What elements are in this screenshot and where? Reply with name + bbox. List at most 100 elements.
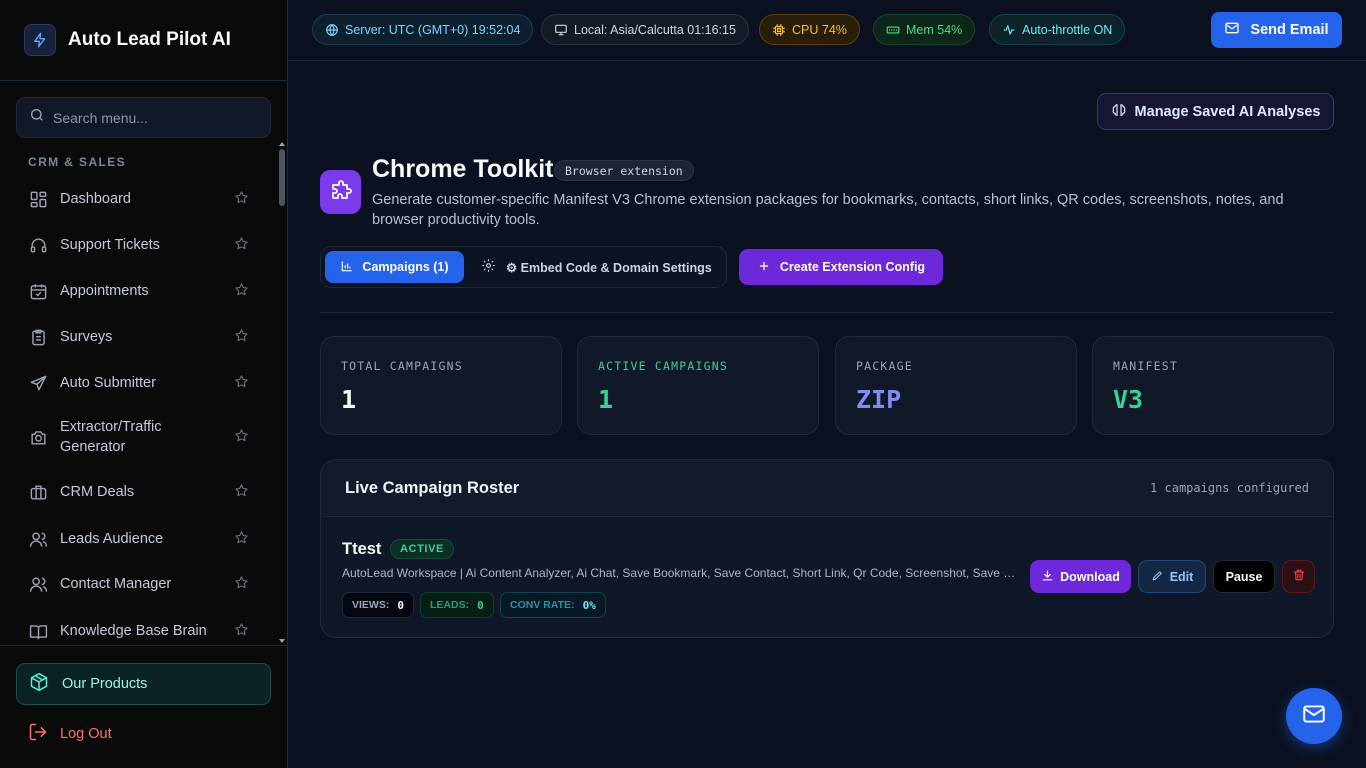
globe-icon: [325, 23, 339, 37]
server-time-text: Server: UTC (GMT+0) 19:52:04: [345, 22, 521, 37]
leads-metric: LEADS: 0: [420, 592, 494, 618]
stat-value: V3: [1113, 385, 1144, 414]
tab-campaigns[interactable]: Campaigns (1): [325, 251, 464, 283]
sidebar-item-leads-audience[interactable]: Leads Audience: [16, 528, 271, 550]
nav-section-label: CRM & SALES: [28, 155, 127, 169]
stat-total-campaigns: TOTAL CAMPAIGNS 1: [320, 336, 562, 435]
tab-campaigns-label: Campaigns (1): [362, 260, 449, 274]
search-box[interactable]: [16, 97, 271, 138]
trash-icon: [1292, 568, 1306, 585]
star-icon[interactable]: [234, 622, 249, 641]
sidebar-item-label: CRM Deals: [60, 484, 135, 500]
book-open-icon: [28, 621, 48, 641]
server-time-pill: Server: UTC (GMT+0) 19:52:04: [312, 14, 534, 45]
roster-header: Live Campaign Roster 1 campaigns configu…: [321, 460, 1333, 517]
monitor-icon: [554, 23, 568, 37]
campaign-name: Ttest: [342, 540, 382, 558]
calendar-check-icon: [28, 281, 48, 301]
stat-label: PACKAGE: [856, 359, 913, 373]
mail-icon: [1224, 20, 1240, 40]
scrollbar-thumb[interactable]: [279, 149, 285, 206]
our-products-button[interactable]: Our Products: [16, 663, 271, 705]
send-email-label: Send Email: [1250, 22, 1329, 38]
download-label: Download: [1060, 569, 1120, 584]
sidebar-item-extractor[interactable]: Extractor/Traffic Generator: [16, 417, 271, 457]
sidebar-item-auto-submitter[interactable]: Auto Submitter: [16, 372, 271, 394]
star-icon[interactable]: [234, 236, 249, 255]
campaign-description: AutoLead Workspace | Ai Content Analyzer…: [342, 566, 1017, 580]
briefcase-icon: [28, 482, 48, 502]
sidebar-item-support-tickets[interactable]: Support Tickets: [16, 234, 271, 256]
mem-pill: Mem 54%: [873, 14, 976, 45]
sidebar-item-knowledge-base[interactable]: Knowledge Base Brain: [16, 620, 271, 642]
star-icon[interactable]: [234, 190, 249, 209]
manage-ai-analyses-button[interactable]: Manage Saved AI Analyses: [1097, 93, 1334, 130]
floating-mail-button[interactable]: [1286, 688, 1342, 744]
sidebar-item-label: Auto Submitter: [60, 375, 156, 391]
brand[interactable]: Auto Lead Pilot AI: [0, 0, 287, 81]
pause-label: Pause: [1225, 569, 1263, 584]
clipboard-list-icon: [28, 327, 48, 347]
sidebar-item-surveys[interactable]: Surveys: [16, 326, 271, 348]
mail-icon: [1301, 701, 1327, 732]
page-description: Generate customer-specific Manifest V3 C…: [372, 192, 1284, 228]
throttle-text: Auto-throttle ON: [1022, 22, 1113, 37]
bar-chart-icon: [340, 259, 354, 276]
local-time-pill: Local: Asia/Calcutta 01:16:15: [541, 14, 749, 45]
sidebar-item-label: Dashboard: [60, 191, 131, 207]
throttle-pill: Auto-throttle ON: [989, 14, 1126, 45]
stat-manifest: MANIFEST V3: [1092, 336, 1334, 435]
sidebar-scrollbar[interactable]: [278, 141, 286, 644]
users-icon: [28, 574, 48, 594]
star-icon[interactable]: [234, 374, 249, 393]
create-extension-config-button[interactable]: Create Extension Config: [739, 249, 943, 285]
pause-button[interactable]: Pause: [1213, 560, 1275, 593]
sidebar-item-label: Leads Audience: [60, 531, 164, 547]
sidebar-footer: Our Products Log Out: [0, 645, 287, 768]
puzzle-icon: [320, 170, 361, 214]
edit-label: Edit: [1169, 569, 1194, 584]
conv-rate-metric: CONV RATE: 0%: [500, 592, 606, 618]
star-icon[interactable]: [234, 328, 249, 347]
stat-value: ZIP: [856, 385, 902, 414]
scroll-down-arrow-icon[interactable]: [278, 638, 286, 644]
stat-label: TOTAL CAMPAIGNS: [341, 359, 463, 373]
sidebar-item-dashboard[interactable]: Dashboard: [16, 188, 271, 210]
sidebar-item-appointments[interactable]: Appointments: [16, 280, 271, 302]
bolt-icon: [24, 24, 56, 56]
stat-label: ACTIVE CAMPAIGNS: [598, 359, 728, 373]
divider: [320, 312, 1334, 313]
sidebar-item-crm-deals[interactable]: CRM Deals: [16, 481, 271, 503]
stat-package: PACKAGE ZIP: [835, 336, 1077, 435]
sidebar-item-contact-manager[interactable]: Contact Manager: [16, 573, 271, 595]
edit-button[interactable]: Edit: [1138, 560, 1206, 593]
sidebar-item-label: Appointments: [60, 283, 149, 299]
tab-embed-settings-label: ⚙ Embed Code & Domain Settings: [506, 260, 712, 275]
status-badge: ACTIVE: [390, 539, 454, 559]
cpu-pill: CPU 74%: [759, 14, 860, 45]
stat-active-campaigns: ACTIVE CAMPAIGNS 1: [577, 336, 819, 435]
star-icon[interactable]: [234, 575, 249, 594]
tab-embed-settings[interactable]: ⚙ Embed Code & Domain Settings: [481, 251, 712, 283]
sidebar-item-label: Support Tickets: [60, 237, 160, 253]
delete-button[interactable]: [1282, 560, 1315, 593]
star-icon[interactable]: [234, 428, 249, 447]
download-button[interactable]: Download: [1030, 560, 1131, 593]
conv-rate-value: 0%: [582, 598, 596, 612]
send-email-button[interactable]: Send Email: [1211, 12, 1342, 48]
star-icon[interactable]: [234, 483, 249, 502]
star-icon[interactable]: [234, 282, 249, 301]
scroll-up-arrow-icon[interactable]: [278, 141, 286, 147]
send-icon: [28, 373, 48, 393]
page-title: Chrome Toolkit: [372, 155, 554, 183]
pencil-icon: [1151, 569, 1164, 585]
plus-icon: [757, 259, 771, 276]
sidebar: Auto Lead Pilot AI CRM & SALES Dashboard…: [0, 0, 288, 768]
logout-button[interactable]: Log Out: [28, 722, 112, 746]
memory-icon: [886, 23, 900, 37]
star-icon[interactable]: [234, 530, 249, 549]
search-input[interactable]: [53, 109, 253, 126]
users-icon: [28, 529, 48, 549]
our-products-label: Our Products: [62, 676, 148, 692]
views-value: 0: [397, 598, 404, 612]
